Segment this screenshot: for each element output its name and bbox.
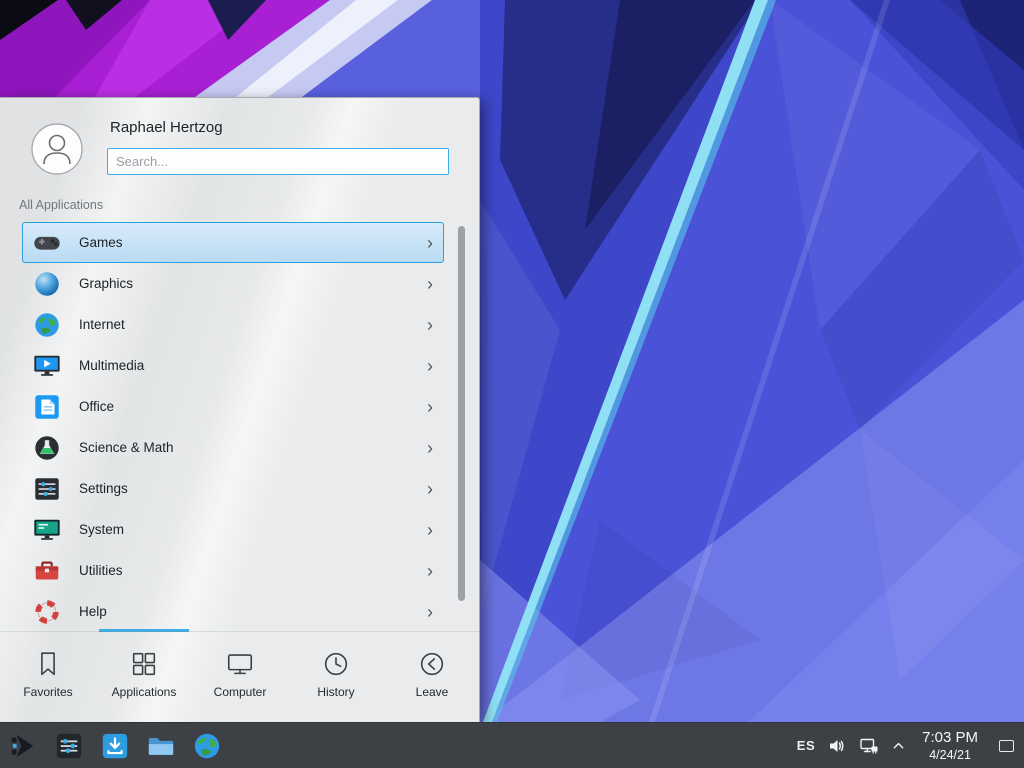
- tab-label: History: [317, 685, 354, 699]
- category-row-office[interactable]: Office ›: [22, 386, 444, 427]
- app-launcher-button[interactable]: [0, 723, 46, 768]
- chevron-right-icon: ›: [427, 398, 433, 416]
- category-label: System: [79, 522, 427, 537]
- tab-history[interactable]: History: [288, 632, 384, 722]
- category-label: Games: [79, 235, 427, 250]
- tab-label: Leave: [416, 685, 449, 699]
- taskbar-app-tweaks[interactable]: [46, 723, 92, 768]
- user-avatar[interactable]: [31, 123, 83, 175]
- clock-time: 7:03 PM: [922, 728, 978, 748]
- science-flask-icon: [32, 433, 62, 463]
- category-row-multimedia[interactable]: Multimedia ›: [22, 345, 444, 386]
- category-row-utilities[interactable]: Utilities ›: [22, 550, 444, 591]
- web-globe-icon: [192, 731, 222, 761]
- chevron-right-icon: ›: [427, 316, 433, 334]
- tab-computer[interactable]: Computer: [192, 632, 288, 722]
- clock-date: 4/24/21: [922, 747, 978, 763]
- category-row-graphics[interactable]: Graphics ›: [22, 263, 444, 304]
- category-label: Science & Math: [79, 440, 427, 455]
- gamepad-icon: [32, 228, 62, 258]
- scrollbar-handle[interactable]: [458, 226, 465, 601]
- chevron-right-icon: ›: [427, 275, 433, 293]
- show-desktop-icon: [999, 740, 1014, 752]
- section-label: All Applications: [19, 198, 103, 212]
- history-clock-icon: [321, 649, 351, 679]
- category-label: Internet: [79, 317, 427, 332]
- category-label: Multimedia: [79, 358, 427, 373]
- tab-applications[interactable]: Applications: [96, 632, 192, 722]
- search-input[interactable]: [107, 148, 449, 175]
- category-row-help[interactable]: Help ›: [22, 591, 444, 627]
- settings-sliders-icon: [32, 474, 62, 504]
- category-row-games[interactable]: Games ›: [22, 222, 444, 263]
- chevron-right-icon: ›: [427, 480, 433, 498]
- taskbar-app-files[interactable]: [138, 723, 184, 768]
- category-row-science-math[interactable]: Science & Math ›: [22, 427, 444, 468]
- category-label: Office: [79, 399, 427, 414]
- folder-icon: [146, 731, 176, 761]
- category-label: Settings: [79, 481, 427, 496]
- taskbar: ES 7:03 PM 4/24/21: [0, 722, 1024, 768]
- category-label: Graphics: [79, 276, 427, 291]
- keyboard-layout-indicator[interactable]: ES: [797, 738, 815, 753]
- user-name: Raphael Hertzog: [110, 119, 223, 136]
- category-list: Games › Graphics ›: [0, 222, 480, 627]
- system-monitor-icon: [32, 515, 62, 545]
- taskbar-app-browser[interactable]: [184, 723, 230, 768]
- show-desktop-button[interactable]: [994, 723, 1018, 768]
- leave-back-icon: [417, 649, 447, 679]
- category-label: Utilities: [79, 563, 427, 578]
- system-tray: ES 7:03 PM 4/24/21: [797, 723, 1024, 768]
- category-row-system[interactable]: System ›: [22, 509, 444, 550]
- chevron-right-icon: ›: [427, 439, 433, 457]
- bookmark-icon: [33, 649, 63, 679]
- utilities-toolbox-icon: [32, 556, 62, 586]
- app-grid-icon: [129, 649, 159, 679]
- tab-label: Favorites: [23, 685, 72, 699]
- volume-icon[interactable]: [827, 736, 847, 756]
- category-label: Help: [79, 604, 427, 619]
- tab-bar: Favorites Applications Comp: [0, 631, 480, 722]
- help-lifering-icon: [32, 597, 62, 627]
- chevron-right-icon: ›: [427, 603, 433, 621]
- tab-favorites[interactable]: Favorites: [0, 632, 96, 722]
- graphics-ball-icon: [32, 269, 62, 299]
- kde-menu-icon: [8, 731, 38, 761]
- multimedia-monitor-icon: [32, 351, 62, 381]
- software-installer-icon: [100, 731, 130, 761]
- chevron-right-icon: ›: [427, 234, 433, 252]
- expand-tray-icon[interactable]: [891, 738, 906, 753]
- chevron-right-icon: ›: [427, 562, 433, 580]
- tab-label: Applications: [112, 685, 177, 699]
- clock[interactable]: 7:03 PM 4/24/21: [922, 728, 978, 764]
- category-row-internet[interactable]: Internet ›: [22, 304, 444, 345]
- globe-icon: [32, 310, 62, 340]
- category-row-settings[interactable]: Settings ›: [22, 468, 444, 509]
- application-launcher-menu: Raphael Hertzog All Applications Games ›: [0, 97, 480, 722]
- network-icon[interactable]: [859, 736, 879, 756]
- taskbar-app-installer[interactable]: [92, 723, 138, 768]
- tab-leave[interactable]: Leave: [384, 632, 480, 722]
- office-document-icon: [32, 392, 62, 422]
- tab-label: Computer: [214, 685, 267, 699]
- chevron-right-icon: ›: [427, 521, 433, 539]
- dark-tweaks-icon: [54, 731, 84, 761]
- computer-monitor-icon: [225, 649, 255, 679]
- chevron-right-icon: ›: [427, 357, 433, 375]
